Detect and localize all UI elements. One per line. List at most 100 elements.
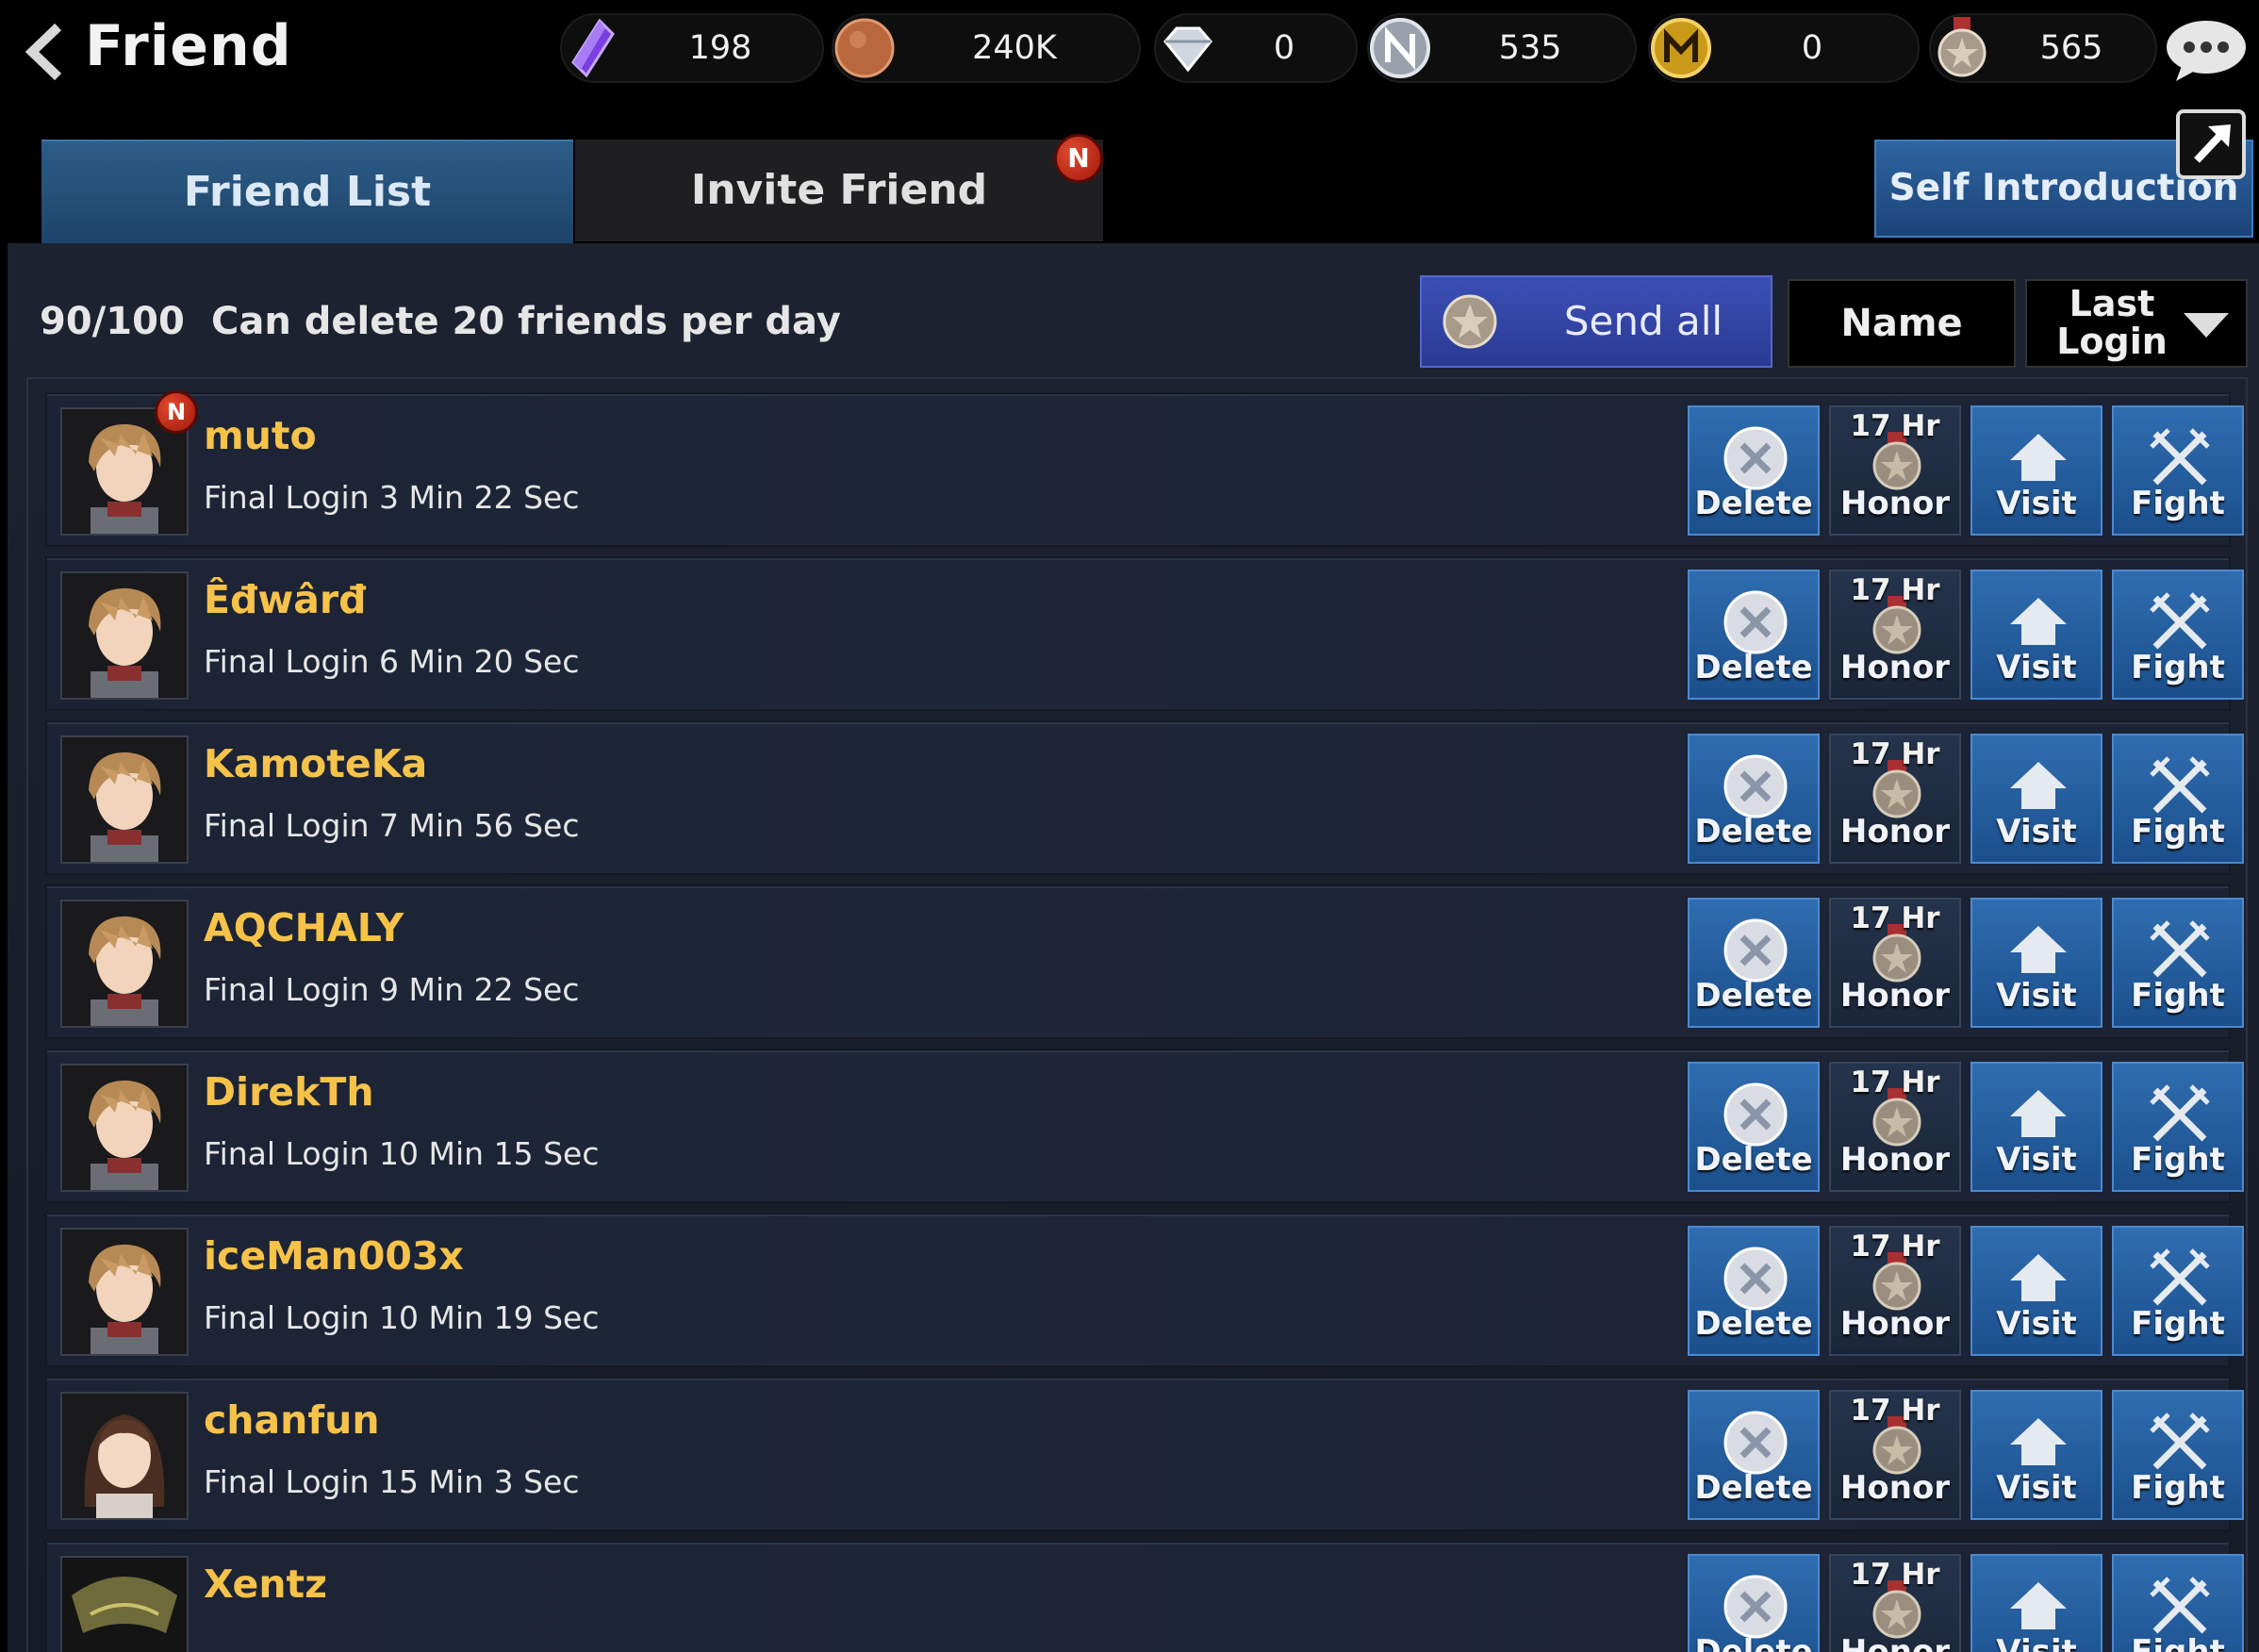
final-login-text: Final Login 6 Min 20 Sec: [204, 643, 580, 680]
visit-label: Visit: [1996, 649, 2077, 686]
delete-button[interactable]: Delete: [1688, 570, 1820, 700]
honor-label: Honor: [1839, 1141, 1951, 1179]
honor-button[interactable]: 17 Hr Honor: [1829, 570, 1961, 700]
visit-button[interactable]: Visit: [1970, 1226, 2102, 1356]
honor-medal-icon: [1443, 294, 1497, 349]
tab-friend-list[interactable]: Friend List: [41, 140, 573, 243]
honor-button[interactable]: 17 Hr Honor: [1829, 898, 1961, 1028]
friend-name: chanfun: [204, 1397, 380, 1443]
avatar-male-icon[interactable]: [60, 1228, 189, 1356]
avatar-female-icon[interactable]: [60, 1392, 189, 1520]
fight-button[interactable]: Fight: [2112, 1390, 2244, 1520]
send-all-label: Send all: [1563, 298, 1723, 344]
external-link-icon[interactable]: [2176, 109, 2246, 179]
fight-label: Fight: [2131, 813, 2225, 851]
dropdown-arrow-icon: [2184, 313, 2229, 338]
chat-bubble-icon[interactable]: [2163, 17, 2250, 83]
avatar-male-icon[interactable]: [60, 1556, 189, 1652]
honor-button[interactable]: 17 Hr Honor: [1829, 1390, 1961, 1520]
delete-button[interactable]: Delete: [1688, 1062, 1820, 1192]
currency-diamond[interactable]: 0: [1154, 13, 1358, 83]
honor-button[interactable]: 17 Hr Honor: [1829, 1062, 1961, 1192]
crystal-icon: [571, 18, 615, 78]
currency-gold-emblem[interactable]: 0: [1648, 13, 1920, 83]
friend-row: DirekTh Final Login 10 Min 15 Sec Delete…: [45, 1049, 2244, 1203]
currency-silver-emblem[interactable]: 535: [1367, 13, 1637, 83]
friend-name: Êđwârđ: [204, 577, 367, 622]
delete-button[interactable]: Delete: [1688, 1390, 1820, 1520]
honor-button[interactable]: 17 Hr Honor: [1829, 405, 1961, 536]
friend-list[interactable]: N muto Final Login 3 Min 22 Sec Delete 1…: [26, 377, 2248, 1652]
friend-row: AQCHALY Final Login 9 Min 22 Sec Delete …: [45, 884, 2244, 1039]
fight-label: Fight: [2131, 1305, 2225, 1343]
visit-button[interactable]: Visit: [1970, 898, 2102, 1028]
visit-button[interactable]: Visit: [1970, 734, 2102, 864]
back-arrow-icon[interactable]: [17, 21, 74, 83]
delete-limit-note: Can delete 20 friends per day: [211, 300, 841, 343]
visit-label: Visit: [1996, 813, 2077, 851]
honor-button[interactable]: 17 Hr Honor: [1829, 1554, 1961, 1652]
delete-button[interactable]: Delete: [1688, 1226, 1820, 1356]
currency-honor-medal[interactable]: 565: [1929, 13, 2157, 83]
fight-button[interactable]: Fight: [2112, 1062, 2244, 1192]
sort-by-last-login-dropdown[interactable]: Last Login: [2025, 279, 2248, 368]
final-login-text: Final Login 3 Min 22 Sec: [204, 479, 580, 516]
sort-label: Last Login: [2056, 283, 2168, 362]
fight-button[interactable]: Fight: [2112, 734, 2244, 864]
currency-crystal[interactable]: 198: [560, 13, 824, 83]
visit-button[interactable]: Visit: [1970, 1062, 2102, 1192]
tab-invite-friend[interactable]: Invite Friend: [575, 140, 1103, 241]
fight-label: Fight: [2131, 977, 2225, 1015]
sort-by-name-button[interactable]: Name: [1788, 279, 2016, 368]
top-bar: Friend 198 240K 0 535 0 565: [0, 0, 2259, 104]
visit-label: Visit: [1996, 485, 2077, 522]
avatar-male-icon[interactable]: [60, 735, 189, 864]
diamond-icon: [1163, 26, 1212, 73]
currency-value: 240K: [972, 29, 1057, 67]
final-login-text: Final Login 10 Min 15 Sec: [204, 1135, 600, 1172]
currency-value: 0: [1801, 29, 1823, 67]
avatar-male-icon[interactable]: [60, 571, 189, 700]
currency-copper[interactable]: 240K: [832, 13, 1141, 83]
fight-button[interactable]: Fight: [2112, 405, 2244, 536]
delete-label: Delete: [1694, 1469, 1813, 1507]
fight-button[interactable]: Fight: [2112, 898, 2244, 1028]
fight-label: Fight: [2131, 1469, 2225, 1507]
fight-button[interactable]: Fight: [2112, 1226, 2244, 1356]
copper-coin-icon: [834, 18, 895, 78]
honor-button[interactable]: 17 Hr Honor: [1829, 1226, 1961, 1356]
delete-button[interactable]: Delete: [1688, 405, 1820, 536]
final-login-text: Final Login 9 Min 22 Sec: [204, 971, 580, 1008]
visit-label: Visit: [1996, 977, 2077, 1015]
new-badge: N: [155, 390, 198, 434]
visit-button[interactable]: Visit: [1970, 1554, 2102, 1652]
currency-value: 0: [1273, 29, 1295, 67]
avatar-male-icon[interactable]: [60, 900, 189, 1028]
honor-timer: 17 Hr: [1850, 409, 1940, 443]
avatar-male-icon[interactable]: [60, 1064, 189, 1192]
honor-label: Honor: [1839, 977, 1951, 1015]
delete-button[interactable]: Delete: [1688, 898, 1820, 1028]
honor-timer: 17 Hr: [1850, 737, 1940, 771]
send-all-button[interactable]: Send all: [1420, 275, 1773, 368]
final-login-text: Final Login 15 Min 3 Sec: [204, 1463, 580, 1500]
visit-button[interactable]: Visit: [1970, 570, 2102, 700]
honor-label: Honor: [1839, 1469, 1951, 1507]
friend-name: iceMan003x: [204, 1233, 464, 1279]
visit-button[interactable]: Visit: [1970, 1390, 2102, 1520]
fight-button[interactable]: Fight: [2112, 570, 2244, 700]
final-login-text: Final Login 7 Min 56 Sec: [204, 807, 580, 844]
fight-label: Fight: [2131, 485, 2225, 522]
honor-label: Honor: [1839, 1305, 1951, 1343]
visit-button[interactable]: Visit: [1970, 405, 2102, 536]
fight-button[interactable]: Fight: [2112, 1554, 2244, 1652]
final-login-text: Final Login 10 Min 19 Sec: [204, 1299, 600, 1336]
honor-timer: 17 Hr: [1850, 1394, 1940, 1428]
delete-button[interactable]: Delete: [1688, 1554, 1820, 1652]
honor-button[interactable]: 17 Hr Honor: [1829, 734, 1961, 864]
visit-label: Visit: [1996, 1469, 2077, 1507]
honor-timer: 17 Hr: [1850, 1230, 1940, 1264]
delete-button[interactable]: Delete: [1688, 734, 1820, 864]
honor-timer: 17 Hr: [1850, 1558, 1940, 1592]
delete-label: Delete: [1694, 1633, 1813, 1652]
